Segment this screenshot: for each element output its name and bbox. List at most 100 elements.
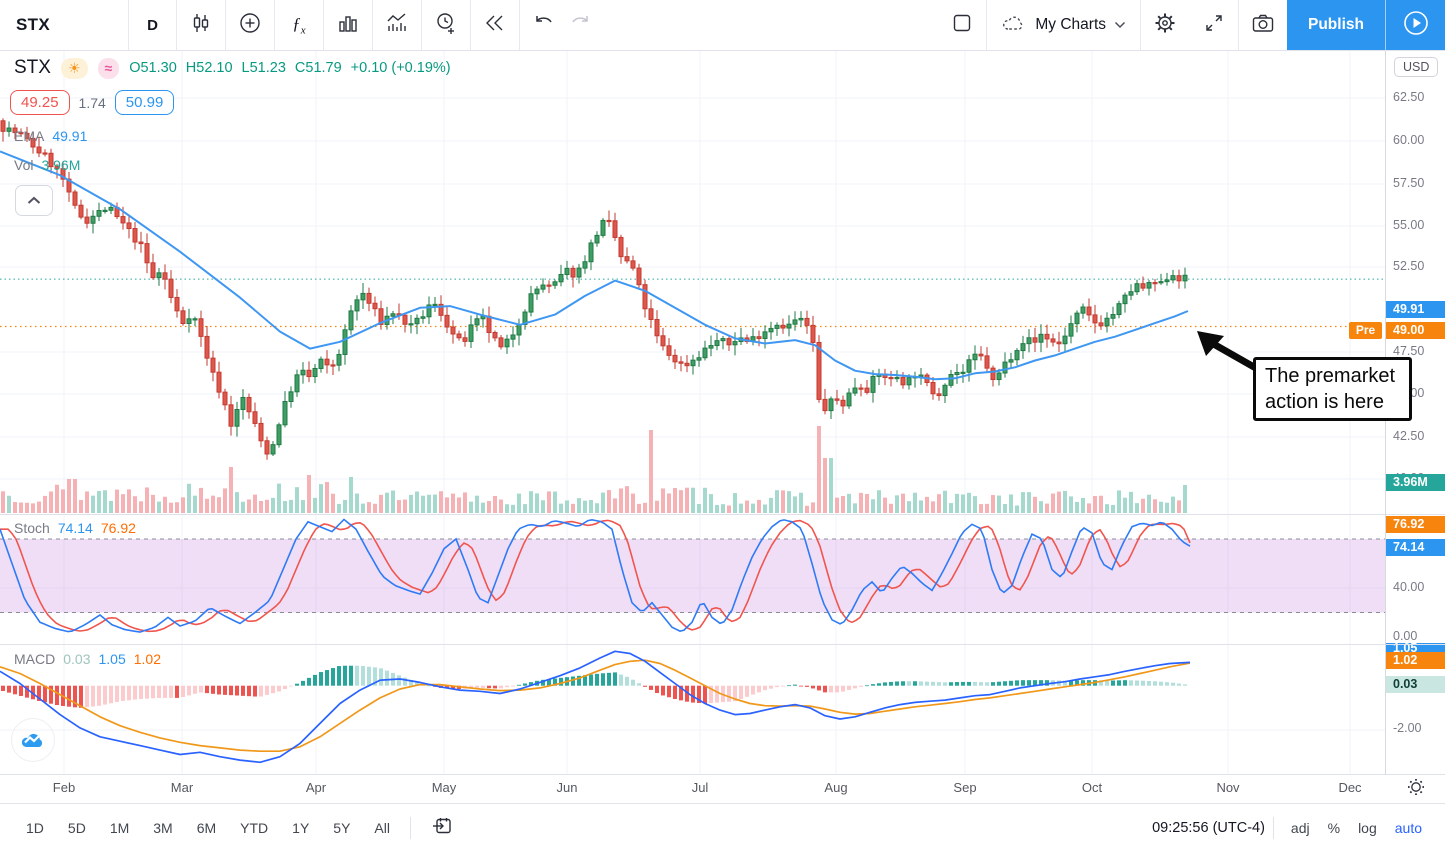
range-button-5d[interactable]: 5D — [59, 814, 95, 842]
range-button-3m[interactable]: 3M — [144, 814, 181, 842]
bottom-toolbar: 1D5D1M3M6MYTD1Y5YAll 09:25:56 (UTC-4) ad… — [0, 803, 1445, 851]
fx-icon: ƒx — [292, 14, 305, 36]
forecast-button[interactable] — [372, 0, 421, 50]
camera-icon — [1251, 12, 1275, 39]
macd-hist-value: 0.03 — [63, 651, 90, 667]
month-label-apr: Apr — [306, 780, 326, 795]
vol-label: Vol — [14, 157, 33, 173]
month-label-nov: Nov — [1216, 780, 1239, 795]
my-charts-label: My Charts — [1035, 16, 1106, 34]
redo-button[interactable] — [569, 13, 591, 38]
price-tool-range: 1.74 — [79, 95, 106, 111]
axis-tick-label: 52.50 — [1393, 259, 1424, 273]
fullscreen-icon — [1203, 12, 1225, 39]
macd-signal-value: 1.02 — [134, 651, 161, 667]
compare-button[interactable] — [225, 0, 274, 50]
macd-hist-badge: 0.03 — [1386, 676, 1445, 693]
range-button-1m[interactable]: 1M — [101, 814, 138, 842]
chevron-up-icon — [27, 192, 41, 210]
stoch-legend[interactable]: Stoch 74.14 76.92 — [14, 520, 136, 536]
ema-label: EMA — [14, 128, 44, 144]
clock-display[interactable]: 09:25:56 (UTC-4) — [1152, 820, 1265, 836]
ema-value: 49.91 — [52, 128, 87, 144]
layout-square-icon — [951, 12, 973, 39]
month-label-may: May — [432, 780, 457, 795]
axis-tick-label: 55.00 — [1393, 218, 1424, 232]
settings-button[interactable] — [1140, 0, 1189, 50]
cloud-icon — [1001, 13, 1027, 38]
my-charts-button[interactable]: My Charts — [986, 0, 1140, 50]
ema-legend[interactable]: EMA 49.91 — [14, 128, 87, 144]
bar-replay-button[interactable] — [470, 0, 519, 50]
bottom-toolbar-right: 09:25:56 (UTC-4) adj % log auto — [1152, 814, 1445, 842]
indicators-button[interactable]: ƒx — [274, 0, 323, 50]
publish-button[interactable]: Publish — [1287, 0, 1385, 50]
auto-scale-toggle[interactable]: auto — [1386, 814, 1431, 842]
main-legend: STX ☀ ≈ O51.30 H52.10 L51.23 C51.79 +0.1… — [14, 57, 451, 79]
forecast-icon — [385, 11, 409, 40]
range-button-all[interactable]: All — [365, 814, 399, 842]
volume-legend[interactable]: Vol 3.96M — [14, 157, 80, 173]
range-button-ytd[interactable]: YTD — [231, 814, 277, 842]
price-range-tool[interactable]: 49.25 1.74 50.99 — [10, 90, 174, 115]
rewind-icon — [483, 11, 507, 40]
legend-symbol[interactable]: STX — [14, 57, 51, 79]
macd-label: MACD — [14, 651, 55, 667]
go-to-date-button[interactable] — [422, 810, 462, 845]
month-label-dec: Dec — [1338, 780, 1361, 795]
pane-separator-1[interactable] — [0, 514, 1445, 515]
stoch-d-value: 76.92 — [101, 520, 136, 536]
undo-button[interactable] — [533, 13, 555, 38]
axis-tick-label: 47.50 — [1393, 344, 1424, 358]
macd-legend[interactable]: MACD 0.03 1.05 1.02 — [14, 651, 161, 667]
indicator-templates-button[interactable] — [323, 0, 372, 50]
snapshot-button[interactable] — [1238, 0, 1287, 50]
price-tool-lower-box[interactable]: 49.25 — [10, 90, 70, 115]
plus-circle-icon — [238, 11, 262, 40]
fullscreen-button[interactable] — [1189, 0, 1238, 50]
tradingview-logo[interactable] — [11, 718, 55, 762]
range-button-6m[interactable]: 6M — [188, 814, 225, 842]
chevron-down-icon — [1114, 16, 1126, 34]
pane-separator-2[interactable] — [0, 644, 1445, 645]
gear-icon — [1153, 11, 1177, 40]
time-axis[interactable]: FebMarAprMayJunJulAugSepOctNovDec — [0, 775, 1445, 803]
high-value: H52.10 — [186, 60, 233, 76]
candlestick-icon — [190, 12, 212, 39]
ema-price-badge: 49.91 — [1386, 301, 1445, 318]
stoch-k-value: 74.14 — [58, 520, 93, 536]
annotation-text-box[interactable]: The premarket action is here — [1253, 357, 1412, 421]
range-button-5y[interactable]: 5Y — [324, 814, 359, 842]
axis-tick-label: 40.00 — [1393, 580, 1424, 594]
open-value: O51.30 — [129, 60, 177, 76]
adjust-toggle[interactable]: adj — [1282, 814, 1319, 842]
sun-icon — [1406, 777, 1426, 802]
range-button-1y[interactable]: 1Y — [283, 814, 318, 842]
top-toolbar-right: My Charts Publish — [937, 0, 1445, 50]
session-settings-button[interactable] — [1386, 775, 1445, 803]
symbol-search-button[interactable]: STX — [0, 0, 128, 50]
tradingview-chart-window: STX D ƒx — [0, 0, 1445, 851]
axis-tick-label: -2.00 — [1393, 721, 1422, 735]
vol-value: 3.96M — [41, 157, 80, 173]
close-value: C51.79 — [295, 60, 342, 76]
interval-button[interactable]: D — [128, 0, 176, 50]
time-axis-border — [0, 774, 1445, 775]
axis-tick-label: 42.50 — [1393, 429, 1424, 443]
publish-play-button[interactable] — [1385, 0, 1445, 50]
collapse-legend-button[interactable] — [15, 185, 53, 216]
bottom-divider-2 — [1273, 817, 1274, 839]
price-tool-upper-box[interactable]: 50.99 — [115, 90, 175, 115]
currency-toggle[interactable]: USD — [1394, 57, 1438, 77]
low-value: L51.23 — [242, 60, 286, 76]
alert-button[interactable] — [421, 0, 470, 50]
log-toggle[interactable]: log — [1349, 814, 1386, 842]
percent-toggle[interactable]: % — [1319, 814, 1349, 842]
stochastic-pane[interactable] — [0, 515, 1385, 645]
range-button-1d[interactable]: 1D — [17, 814, 53, 842]
chart-style-button[interactable] — [176, 0, 225, 50]
layout-button[interactable] — [937, 0, 986, 50]
main-price-pane[interactable] — [0, 51, 1385, 515]
macd-pane[interactable] — [0, 645, 1385, 775]
axis-tick-label: 57.50 — [1393, 176, 1424, 190]
